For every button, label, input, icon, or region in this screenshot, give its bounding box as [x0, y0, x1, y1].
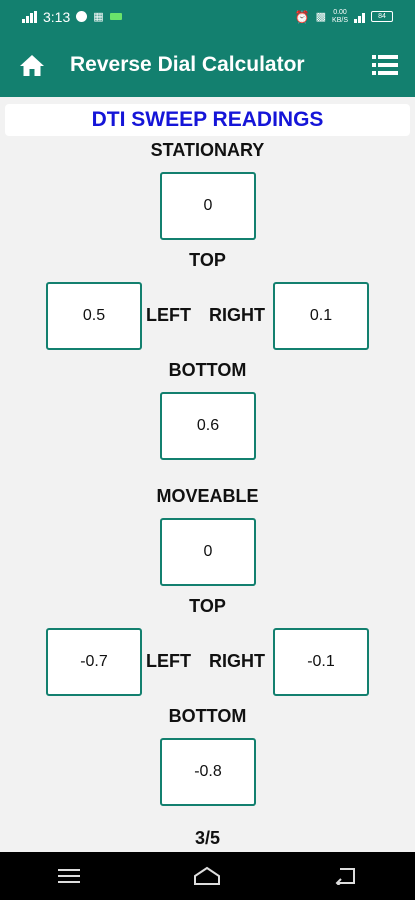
home-icon [20, 55, 44, 76]
moveable-top-label: TOP [189, 596, 226, 616]
wifi-signal-icon [354, 11, 365, 23]
moveable-right-input[interactable]: -0.1 [273, 628, 369, 696]
cast-icon: ▦ [93, 11, 104, 23]
list-menu-icon [372, 55, 398, 75]
stationary-bottom-input[interactable]: 0.6 [160, 392, 256, 460]
moveable-left-label: LEFT [146, 651, 191, 671]
vibrate-icon: ▩ [315, 11, 327, 23]
recents-icon [58, 869, 81, 883]
moveable-bottom-input[interactable]: -0.8 [160, 738, 256, 806]
sync-icon [76, 11, 88, 22]
stationary-left-label: LEFT [146, 305, 191, 325]
battery-level: 84 [378, 13, 386, 20]
page-indicator: 3/5 [194, 828, 221, 848]
stationary-bottom-label: BOTTOM [168, 360, 247, 380]
stationary-center-input[interactable]: 0 [160, 172, 256, 240]
app-title: Reverse Dial Calculator [70, 53, 305, 76]
home-nav-button[interactable] [177, 852, 237, 900]
stationary-left-input[interactable]: 0.5 [46, 282, 142, 350]
stationary-right-input[interactable]: 0.1 [273, 282, 369, 350]
alarm-icon: ⏰ [294, 9, 310, 24]
moveable-center-input[interactable]: 0 [160, 518, 256, 586]
home-button[interactable] [0, 33, 64, 97]
recents-button[interactable] [39, 852, 99, 900]
section-title: DTI SWEEP READINGS [5, 104, 410, 136]
moveable-left-input[interactable]: -0.7 [46, 628, 142, 696]
stationary-heading: STATIONARY [150, 140, 265, 160]
system-nav-bar [0, 852, 415, 900]
back-button[interactable] [316, 852, 376, 900]
moveable-right-label: RIGHT [209, 651, 265, 671]
back-icon [335, 868, 355, 885]
battery-icon: 84 [371, 11, 393, 22]
stationary-right-label: RIGHT [209, 305, 265, 325]
charging-icon [109, 13, 122, 20]
home-nav-icon [194, 866, 221, 885]
status-bar: 3:13 ▦ ⏰ ▩ 0.00 KB/S 84 [0, 0, 415, 33]
menu-button[interactable] [355, 33, 415, 97]
status-time: 3:13 [43, 8, 71, 25]
app-bar: Reverse Dial Calculator [0, 33, 415, 97]
signal-icon [22, 10, 37, 23]
stationary-top-label: TOP [189, 250, 226, 270]
moveable-heading: MOVEABLE [156, 486, 259, 506]
network-speed: 0.00 KB/S [332, 8, 348, 24]
moveable-bottom-label: BOTTOM [168, 706, 247, 726]
